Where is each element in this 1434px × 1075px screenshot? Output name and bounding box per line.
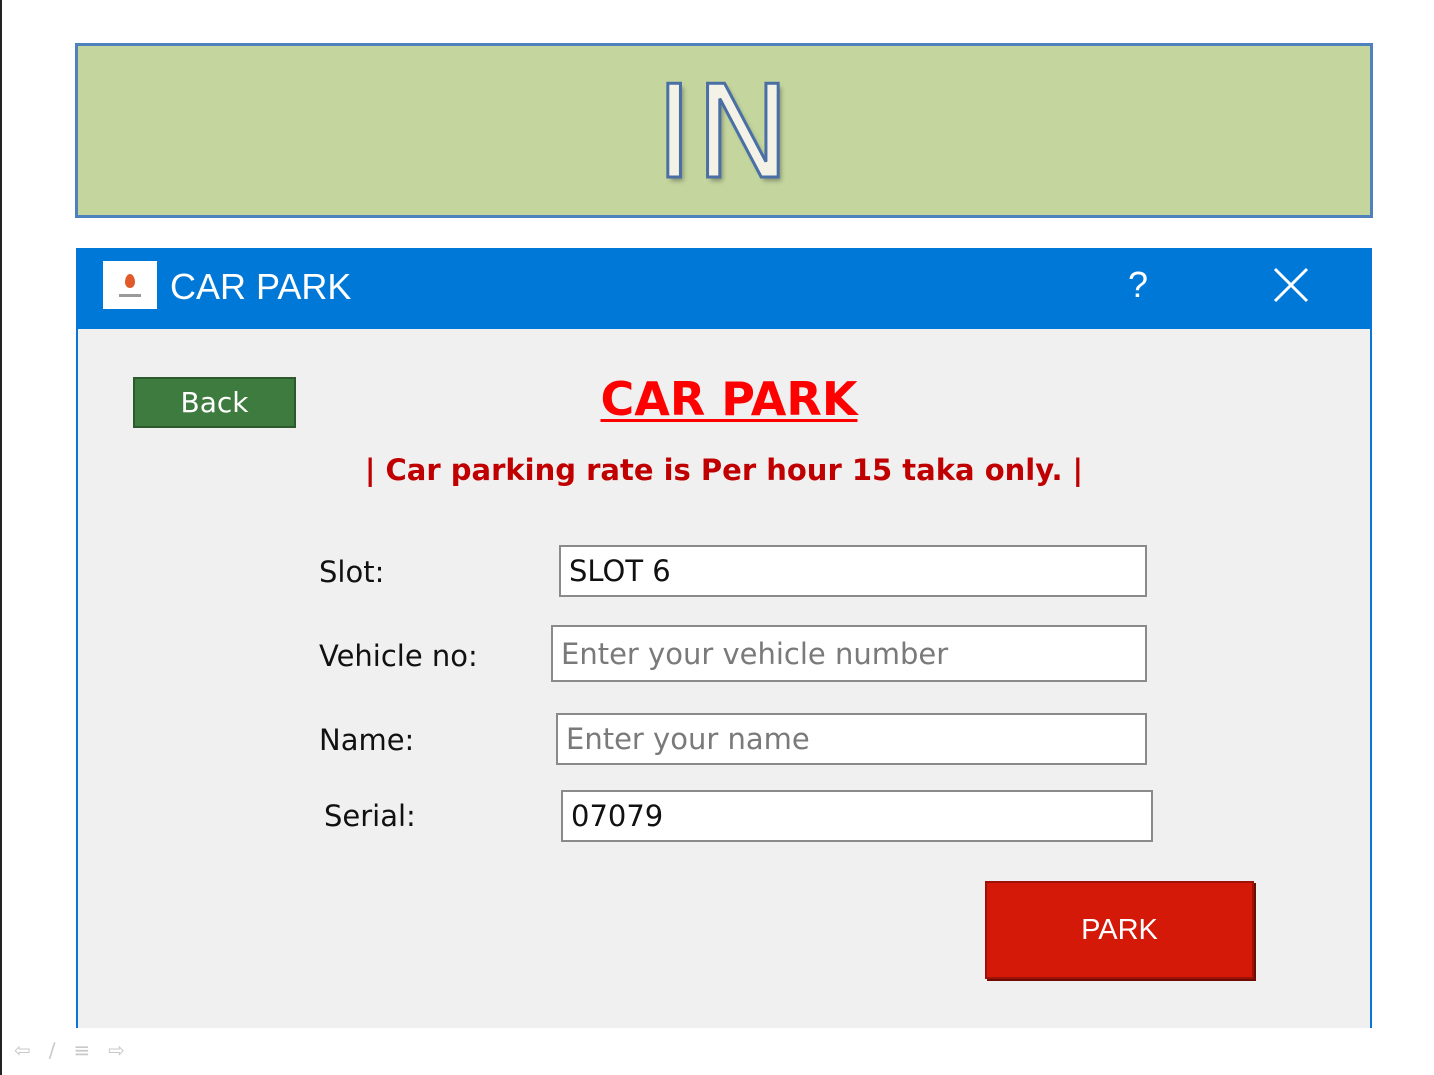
arrow-right-icon[interactable]: ⇨: [108, 1038, 125, 1062]
close-icon: [1273, 267, 1309, 303]
dialog-window: CAR PARK ? Back CAR PARK | Car parking r…: [76, 248, 1372, 1028]
form-heading: CAR PARK: [78, 372, 1370, 426]
slideshow-controls: ⇦ ∕ ≡ ⇨: [14, 1038, 125, 1062]
arrow-left-icon[interactable]: ⇦: [14, 1038, 31, 1062]
slot-field[interactable]: [559, 545, 1147, 597]
close-button[interactable]: [1268, 262, 1314, 308]
slide: IN CAR PARK ? Back CAR PARK | Car parkin…: [0, 0, 1434, 1075]
menu-icon[interactable]: ≡: [74, 1038, 91, 1062]
window-title: CAR PARK: [170, 266, 352, 307]
form-heading-text: CAR PARK: [600, 372, 858, 426]
vehicle-no-label: Vehicle no:: [319, 639, 478, 673]
name-field[interactable]: [556, 713, 1147, 765]
name-label: Name:: [319, 723, 415, 757]
rate-notice: | Car parking rate is Per hour 15 taka o…: [364, 453, 1084, 487]
help-button[interactable]: ?: [1118, 260, 1158, 310]
title-bar[interactable]: CAR PARK ?: [78, 248, 1370, 329]
car-park-app-icon: [103, 261, 157, 309]
serial-field[interactable]: [561, 790, 1153, 842]
banner: IN: [75, 43, 1373, 218]
serial-label: Serial:: [324, 799, 416, 833]
pen-icon[interactable]: ∕: [49, 1038, 56, 1062]
slot-label: Slot:: [319, 555, 385, 589]
banner-title: IN: [654, 58, 793, 208]
vehicle-no-field[interactable]: [551, 625, 1147, 682]
park-button[interactable]: PARK: [985, 881, 1254, 979]
